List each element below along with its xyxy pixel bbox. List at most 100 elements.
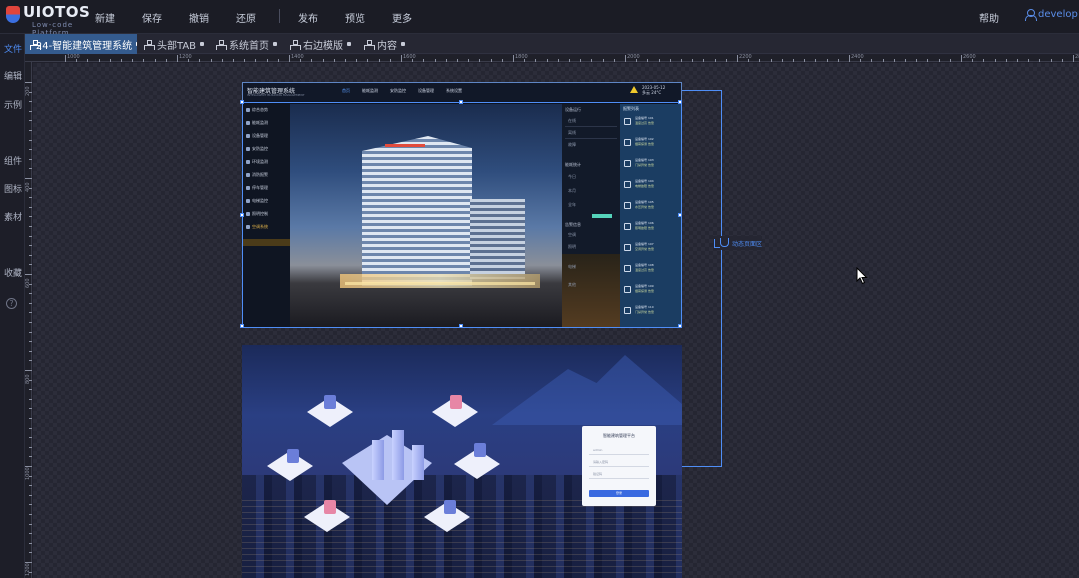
password-field[interactable]: 请输入密码	[589, 460, 649, 467]
user-icon	[1025, 9, 1037, 21]
link-line	[682, 466, 722, 467]
tab-content[interactable]: 内容	[359, 34, 415, 54]
ruler-minor-tick	[333, 59, 335, 62]
menu-publish[interactable]: 发布	[298, 10, 318, 25]
ruler-minor-tick	[29, 322, 32, 323]
tab-close-icon[interactable]	[347, 42, 351, 46]
ruler-minor-tick	[1005, 59, 1007, 62]
user-menu[interactable]: develop	[1025, 9, 1078, 21]
username-field[interactable]: admin	[589, 448, 649, 455]
sidebar-item-file[interactable]: 文件	[4, 42, 22, 55]
iso-tower	[412, 445, 424, 480]
ruler-minor-tick	[29, 350, 32, 352]
ruler-tick	[177, 55, 178, 62]
selection-box[interactable]	[240, 100, 682, 328]
resize-handle-e[interactable]	[678, 213, 682, 217]
ruler-tick	[849, 55, 850, 62]
resize-handle-se[interactable]	[678, 324, 682, 328]
ruler-minor-tick	[535, 59, 537, 62]
tab-close-icon[interactable]	[136, 42, 137, 46]
menu-redo[interactable]: 还原	[236, 10, 256, 25]
hierarchy-icon	[216, 39, 227, 50]
ruler-label: 2600	[963, 54, 976, 60]
ruler-minor-tick	[29, 158, 32, 160]
ruler-tick	[25, 82, 32, 83]
ruler-minor-tick	[613, 59, 615, 62]
sidebar-item-favorites[interactable]: 收藏	[4, 266, 22, 279]
ruler-minor-tick	[29, 542, 32, 544]
ruler-minor-tick	[714, 59, 716, 62]
dynamic-region-link[interactable]: 动态页面区	[713, 236, 763, 250]
iso-robot	[474, 443, 486, 457]
top-toolbar: UIOTOS Low-code Platform 新建 保存 撤销 还原 发布 …	[0, 0, 1079, 37]
menu-more[interactable]: 更多	[392, 10, 412, 25]
sidebar-item-assets[interactable]: 素材	[4, 210, 22, 223]
tab-right-template[interactable]: 右边模版	[285, 34, 357, 54]
tab-label: 24-智能建筑管理系统	[35, 40, 133, 52]
ruler-minor-tick	[121, 59, 122, 62]
sidebar-item-edit[interactable]: 编辑	[4, 69, 22, 82]
ruler-minor-tick	[927, 59, 929, 62]
menu-save[interactable]: 保存	[142, 10, 162, 25]
ruler-minor-tick	[860, 59, 862, 62]
ruler-minor-tick	[29, 139, 32, 141]
sidebar-item-components[interactable]: 组件	[4, 154, 22, 167]
ruler-minor-tick	[636, 59, 638, 62]
ruler-minor-tick	[994, 59, 996, 62]
help-link[interactable]: 帮助	[979, 10, 999, 25]
resize-handle-sw[interactable]	[240, 324, 244, 328]
hierarchy-icon	[30, 39, 41, 50]
page-preview-login[interactable]: 智能建筑管理平台 admin 请输入密码 验证码 登录	[242, 345, 682, 578]
ruler-minor-tick	[669, 59, 671, 62]
ruler-tick	[513, 55, 514, 62]
ruler-minor-tick	[29, 398, 32, 400]
captcha-field[interactable]: 验证码	[589, 472, 649, 479]
menu-undo[interactable]: 撤销	[189, 10, 209, 25]
ruler-minor-tick	[322, 59, 324, 62]
ruler-tick	[65, 55, 66, 62]
ruler-minor-tick	[29, 216, 32, 218]
resize-handle-nw[interactable]	[240, 100, 244, 104]
ruler-minor-tick	[770, 59, 772, 62]
ruler-minor-tick	[29, 504, 32, 506]
ruler-minor-tick	[524, 59, 526, 62]
ruler-tick	[401, 55, 402, 62]
mountain-backdrop	[492, 355, 682, 425]
ruler-label: 1200	[25, 563, 31, 576]
tab-building-system[interactable]: 24-智能建筑管理系统	[25, 34, 137, 54]
tab-close-icon[interactable]	[401, 42, 405, 46]
help-icon[interactable]: ?	[6, 298, 17, 309]
ruler-minor-tick	[490, 59, 492, 62]
resize-handle-s[interactable]	[459, 324, 463, 328]
sidebar-item-icons[interactable]: 图标	[4, 182, 22, 195]
iso-tower	[372, 440, 384, 480]
sidebar-item-examples[interactable]: 示例	[4, 98, 22, 111]
ruler-label: 1000	[67, 54, 80, 60]
ruler-minor-tick	[29, 149, 32, 151]
menu-preview[interactable]: 预览	[345, 10, 365, 25]
ruler-minor-tick	[29, 427, 32, 429]
tab-home[interactable]: 系统首页	[211, 34, 283, 54]
ruler-label: 1600	[403, 54, 416, 60]
resize-handle-n[interactable]	[459, 100, 463, 104]
ruler-minor-tick	[255, 59, 257, 62]
tab-close-icon[interactable]	[273, 42, 277, 46]
menu-new[interactable]: 新建	[95, 10, 115, 25]
link-icon	[713, 237, 729, 249]
ruler-minor-tick	[29, 456, 32, 458]
ruler-minor-tick	[1050, 59, 1052, 62]
ruler-minor-tick	[29, 437, 32, 439]
ruler-minor-tick	[591, 59, 593, 62]
resize-handle-w[interactable]	[240, 213, 244, 217]
resize-handle-ne[interactable]	[678, 100, 682, 104]
ruler-minor-tick	[29, 485, 32, 487]
ruler-minor-tick	[29, 101, 32, 103]
ruler-minor-tick	[29, 571, 32, 573]
login-button[interactable]: 登录	[589, 490, 649, 497]
ruler-minor-tick	[1028, 59, 1030, 62]
tab-close-icon[interactable]	[200, 42, 205, 46]
ruler-minor-tick	[647, 59, 649, 62]
ruler-minor-tick	[905, 59, 906, 62]
ruler-label: 2200	[739, 54, 752, 60]
tab-header-tab[interactable]: 头部TAB	[139, 34, 209, 54]
